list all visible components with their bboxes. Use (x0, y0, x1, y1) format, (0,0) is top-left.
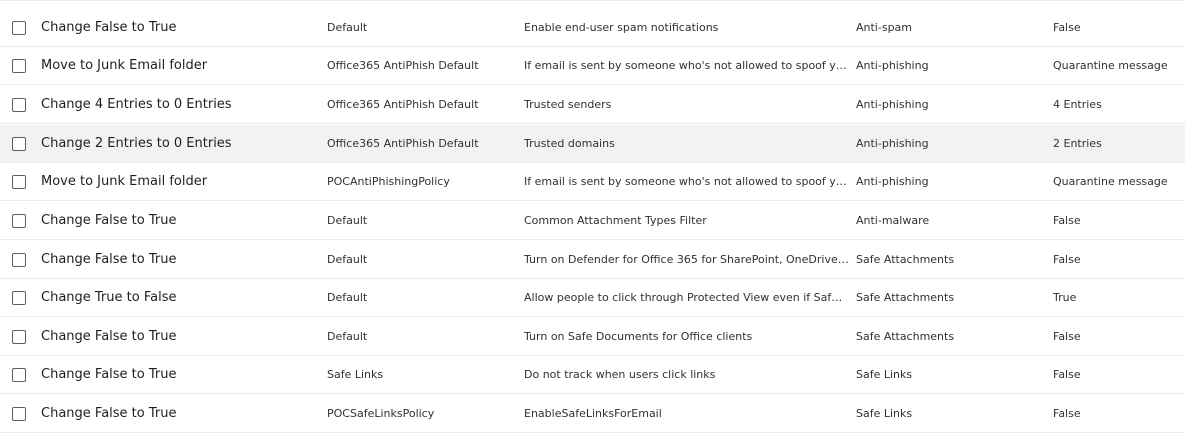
row-checkbox[interactable] (12, 59, 26, 73)
row-checkbox[interactable] (12, 330, 26, 344)
recommendation-cell: Change False to True (41, 252, 177, 267)
policy-type-cell: Anti-spam (856, 21, 913, 34)
setting-cell: Turn on Safe Documents for Office client… (524, 330, 753, 343)
row-checkbox[interactable] (12, 137, 26, 151)
current-value-cell: Quarantine message (1053, 59, 1168, 72)
setting-cell: Trusted domains (524, 137, 615, 150)
table-row[interactable]: Move to Junk Email folder Office365 Anti… (0, 47, 1185, 85)
policy-cell: Default (327, 253, 368, 266)
setting-cell: Do not track when users click links (524, 368, 716, 381)
recommendation-cell: Change False to True (41, 329, 177, 344)
current-value-cell: False (1053, 21, 1081, 34)
policy-type-cell: Safe Links (856, 407, 913, 420)
row-checkbox[interactable] (12, 253, 26, 267)
policy-cell: POCSafeLinksPolicy (327, 407, 435, 420)
recommendation-cell: Change 2 Entries to 0 Entries (41, 136, 232, 151)
policy-cell: Office365 AntiPhish Default (327, 59, 479, 72)
setting-cell: Allow people to click through Protected … (524, 291, 849, 304)
current-value-cell: False (1053, 330, 1081, 343)
row-checkbox[interactable] (12, 368, 26, 382)
current-value-cell: False (1053, 407, 1081, 420)
policy-type-cell: Anti-phishing (856, 59, 929, 72)
row-checkbox[interactable] (12, 21, 26, 35)
row-checkbox[interactable] (12, 175, 26, 189)
current-value-cell: 2 Entries (1053, 137, 1102, 150)
policy-type-cell: Anti-phishing (856, 98, 929, 111)
table-row[interactable]: Change False to True Default Turn on Def… (0, 241, 1185, 279)
policy-type-cell: Safe Attachments (856, 291, 955, 304)
recommendation-cell: Change True to False (41, 290, 177, 305)
policy-type-cell: Safe Attachments (856, 253, 955, 266)
row-checkbox[interactable] (12, 214, 26, 228)
table-row[interactable]: Change False to True Default Common Atta… (0, 202, 1185, 240)
policy-cell: Safe Links (327, 368, 384, 381)
policy-cell: POCAntiPhishingPolicy (327, 175, 450, 188)
table-row[interactable]: Move to Junk Email folder POCAntiPhishin… (0, 163, 1185, 201)
current-value-cell: True (1053, 291, 1077, 304)
table-row[interactable]: Change False to True Safe Links Do not t… (0, 356, 1185, 394)
policy-cell: Default (327, 330, 368, 343)
current-value-cell: 4 Entries (1053, 98, 1102, 111)
recommendation-cell: Change False to True (41, 406, 177, 421)
recommendation-cell: Change False to True (41, 213, 177, 228)
table-row[interactable]: Change False to True Default Turn on Saf… (0, 318, 1185, 356)
setting-cell: Common Attachment Types Filter (524, 214, 707, 227)
current-value-cell: False (1053, 253, 1081, 266)
row-checkbox[interactable] (12, 291, 26, 305)
policy-cell: Default (327, 214, 368, 227)
setting-cell: If email is sent by someone who's not al… (524, 175, 849, 188)
policy-type-cell: Safe Attachments (856, 330, 955, 343)
policy-cell: Default (327, 21, 368, 34)
table-row[interactable]: Change 4 Entries to 0 Entries Office365 … (0, 86, 1185, 124)
policy-type-cell: Anti-malware (856, 214, 930, 227)
recommendation-cell: Move to Junk Email folder (41, 58, 208, 73)
table-row[interactable]: Change False to True POCSafeLinksPolicy … (0, 395, 1185, 433)
table-row[interactable]: Change 2 Entries to 0 Entries Office365 … (0, 125, 1185, 163)
row-checkbox[interactable] (12, 98, 26, 112)
setting-cell: Turn on Defender for Office 365 for Shar… (524, 253, 849, 266)
recommendation-cell: Change False to True (41, 367, 177, 382)
current-value-cell: False (1053, 214, 1081, 227)
recommendations-table: Change False to True Default Enable end-… (0, 0, 1185, 433)
current-value-cell: Quarantine message (1053, 175, 1168, 188)
policy-type-cell: Anti-phishing (856, 137, 929, 150)
table-row[interactable]: Change False to True Default Enable end-… (0, 9, 1185, 47)
recommendation-cell: Change 4 Entries to 0 Entries (41, 97, 232, 112)
recommendation-cell: Move to Junk Email folder (41, 174, 208, 189)
setting-cell: If email is sent by someone who's not al… (524, 59, 849, 72)
policy-type-cell: Anti-phishing (856, 175, 929, 188)
table-row[interactable]: Change True to False Default Allow peopl… (0, 279, 1185, 317)
policy-type-cell: Safe Links (856, 368, 913, 381)
setting-cell: EnableSafeLinksForEmail (524, 407, 662, 420)
row-checkbox[interactable] (12, 407, 26, 421)
policy-cell: Office365 AntiPhish Default (327, 98, 479, 111)
setting-cell: Enable end-user spam notifications (524, 21, 719, 34)
policy-cell: Office365 AntiPhish Default (327, 137, 479, 150)
setting-cell: Trusted senders (524, 98, 612, 111)
recommendation-cell: Change False to True (41, 20, 177, 35)
policy-cell: Default (327, 291, 368, 304)
current-value-cell: False (1053, 368, 1081, 381)
